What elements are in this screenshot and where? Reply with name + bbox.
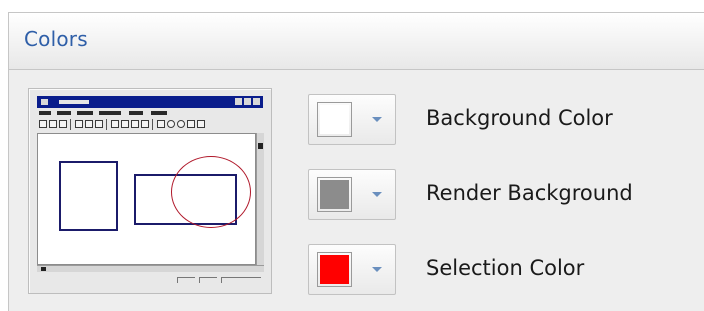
- chevron-down-icon: [372, 117, 382, 122]
- preview-horizontal-scrollbar: [37, 265, 264, 272]
- chevron-down-icon: [372, 267, 382, 272]
- background-color-label: Background Color: [426, 106, 613, 130]
- selection-color-picker[interactable]: [308, 244, 396, 295]
- preview-toolbar: [37, 119, 263, 131]
- section-title: Colors: [24, 27, 88, 51]
- selection-color-row: Selection Color: [308, 244, 698, 296]
- render-background-row: Render Background: [308, 169, 698, 221]
- preview-canvas: [37, 133, 256, 265]
- colors-panel: Colors Background Color Render Backgroun…: [8, 12, 704, 311]
- preview-menu-bar: [37, 109, 263, 117]
- selection-color-swatch: [317, 252, 352, 287]
- chevron-down-icon: [372, 192, 382, 197]
- preview-vertical-scrollbar: [256, 133, 264, 265]
- background-color-row: Background Color: [308, 94, 698, 146]
- preview-app-icon: [41, 99, 48, 105]
- render-background-label: Render Background: [426, 181, 633, 205]
- section-header: Colors: [9, 13, 704, 70]
- background-color-picker[interactable]: [308, 94, 396, 145]
- preview-minimize-icon: [235, 98, 242, 105]
- background-color-swatch: [317, 102, 352, 137]
- render-background-swatch: [317, 177, 352, 212]
- preview-status-bar: [37, 275, 264, 287]
- preview-rectangle-left: [59, 161, 118, 231]
- preview-selection-circle: [171, 156, 251, 228]
- colors-body: Background Color Render Background Selec…: [9, 70, 704, 311]
- preview-window-buttons: [235, 98, 260, 105]
- preview-title-text: [59, 100, 89, 104]
- preview-close-icon: [253, 98, 260, 105]
- preview-maximize-icon: [244, 98, 251, 105]
- render-background-picker[interactable]: [308, 169, 396, 220]
- colors-settings-frame: Colors Background Color Render Backgroun…: [0, 0, 704, 311]
- preview-title-bar: [37, 96, 263, 108]
- color-preview-thumbnail: [28, 88, 272, 294]
- selection-color-label: Selection Color: [426, 256, 585, 280]
